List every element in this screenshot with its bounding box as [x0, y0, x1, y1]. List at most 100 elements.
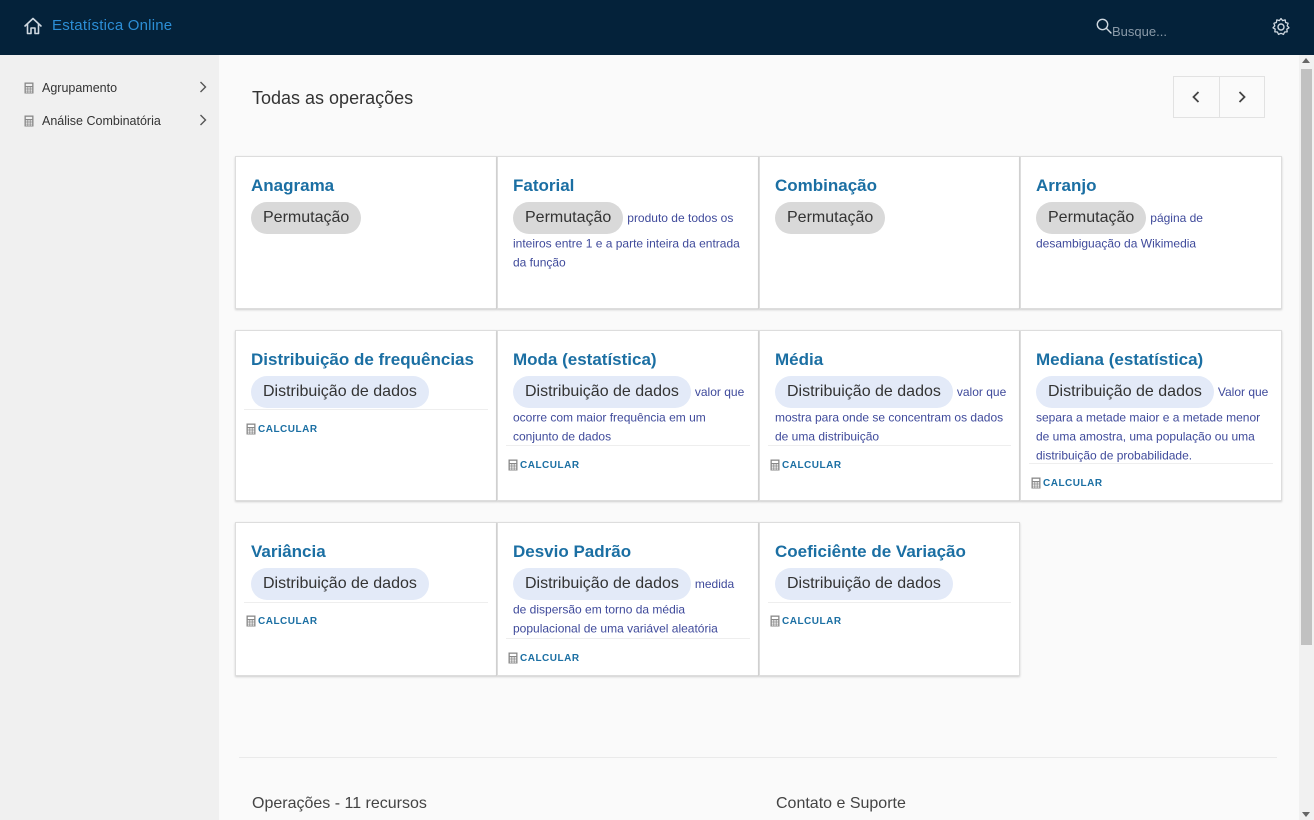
category-chip: Distribuição de dados [251, 376, 429, 408]
search-input[interactable] [1112, 21, 1232, 41]
calculator-icon [770, 615, 780, 627]
card-divider [768, 445, 1011, 446]
card-title[interactable]: Média [775, 350, 823, 370]
calculate-button[interactable]: CALCULAR [246, 614, 318, 628]
calculator-icon [24, 82, 34, 94]
scroll-down-arrow-icon[interactable] [1302, 812, 1310, 817]
chevron-right-icon [1238, 91, 1246, 103]
card-divider [244, 602, 488, 603]
category-chip: Permutação [513, 202, 624, 234]
pager [1173, 76, 1265, 118]
chevron-left-icon [1192, 91, 1200, 103]
calculate-button[interactable]: CALCULAR [508, 651, 580, 665]
sidebar-item-analise-combinatoria[interactable]: Análise Combinatória [0, 106, 218, 136]
category-chip: Distribuição de dados [513, 568, 691, 600]
footer-operations: Operações - 11 recursos [252, 795, 427, 812]
operation-card: Mediana (estatística) Distribuição de dad… [1020, 330, 1282, 501]
card-title[interactable]: Combinação [775, 176, 877, 196]
category-chip: Distribuição de dados [251, 568, 429, 600]
sidebar-item-agrupamento[interactable]: Agrupamento [0, 73, 218, 103]
operation-card: Distribuição de frequências Distribuição … [235, 330, 497, 501]
scroll-up-arrow-icon[interactable] [1302, 58, 1310, 63]
calculator-icon [508, 459, 518, 471]
calculate-label: CALCULAR [258, 423, 318, 435]
card-title[interactable]: Anagrama [251, 176, 334, 196]
search-icon[interactable] [1096, 18, 1112, 34]
calculate-button[interactable]: CALCULAR [770, 458, 842, 472]
page-title: Todas as operações [252, 88, 414, 108]
card-divider [244, 409, 488, 410]
operation-card: Arranjo Permutação página de desambiguação… [1020, 156, 1282, 380]
card-divider [506, 445, 750, 446]
main-content: Todas as operações Anagrama Permutação CAL… [219, 55, 1299, 820]
app-title[interactable]: Estatística Online [52, 17, 172, 34]
card-body: Distribuição de dados valor que mostra pa… [775, 376, 1007, 446]
calculate-label: CALCULAR [258, 615, 318, 627]
home-icon[interactable] [23, 16, 43, 36]
category-chip: Permutação [1036, 202, 1147, 234]
operation-card: Desvio Padrão Distribuição de dados medida… [497, 522, 759, 676]
card-title[interactable]: Mediana (estatística) [1036, 350, 1203, 370]
chevron-right-icon [200, 81, 207, 93]
calculate-button[interactable]: CALCULAR [246, 422, 318, 436]
card-body: Permutação produto de todos os inteiros e… [513, 202, 746, 272]
operation-card: Variância Distribuição de dados CALCULAR [235, 522, 497, 676]
sidebar-item-label: Agrupamento [42, 81, 118, 95]
calculator-icon [24, 115, 34, 127]
sidebar: Agrupamento Análise Combinatória [0, 55, 218, 820]
card-title[interactable]: Coeficiênte de Variação [775, 542, 966, 562]
top-navbar: Estatística Online [0, 0, 1314, 55]
card-divider [1029, 463, 1273, 464]
category-chip: Distribuição de dados [513, 376, 691, 408]
operation-card: CombinaçãoPermutaçãoCALCULAR [759, 156, 1020, 362]
operation-card: Coeficiênte de Variação Distribuição de d… [759, 522, 1020, 676]
card-title[interactable]: Fatorial [513, 176, 574, 196]
card-body: Distribuição de dados medida de dispersão… [513, 568, 746, 638]
card-body: Distribuição de dados [251, 376, 484, 408]
next-page-button[interactable] [1218, 77, 1264, 117]
card-body: Permutação [251, 202, 484, 234]
operation-card: Moda (estatística) Distribuição de dados v… [497, 330, 759, 501]
footer-divider [239, 757, 1277, 758]
card-divider [768, 602, 1011, 603]
category-chip: Permutação [775, 202, 886, 234]
card-body: Permutação [775, 202, 1007, 234]
card-body: Permutação página de desambiguação da Wik… [1036, 202, 1269, 253]
gear-icon[interactable] [1271, 17, 1291, 37]
category-chip: Distribuição de dados [1036, 376, 1214, 408]
scroll-thumb[interactable] [1301, 69, 1312, 645]
operation-card: Média Distribuição de dados valor que most… [759, 330, 1020, 501]
calculator-icon [246, 423, 256, 435]
previous-page-button[interactable] [1174, 77, 1219, 117]
operation-card: AnagramaPermutaçãoCALCULAR [235, 156, 497, 362]
calculate-button[interactable]: CALCULAR [1031, 476, 1103, 490]
calculate-label: CALCULAR [1043, 477, 1103, 489]
card-divider [506, 638, 750, 639]
sidebar-item-label: Análise Combinatória [42, 114, 161, 128]
card-body: Distribuição de dados valor que ocorre co… [513, 376, 746, 446]
calculator-icon [770, 459, 780, 471]
footer-contact: Contato e Suporte [776, 795, 906, 812]
calculator-icon [508, 652, 518, 664]
calculate-button[interactable]: CALCULAR [770, 614, 842, 628]
category-chip: Distribuição de dados [775, 376, 953, 408]
scrollbar[interactable] [1299, 55, 1314, 820]
card-title[interactable]: Distribuição de frequências [251, 350, 474, 370]
calculate-label: CALCULAR [782, 459, 842, 471]
calculate-label: CALCULAR [520, 459, 580, 471]
card-body: Distribuição de dados [775, 568, 1007, 600]
calculate-label: CALCULAR [782, 615, 842, 627]
operation-card: Fatorial Permutação produto de todos os in… [497, 156, 759, 398]
card-title[interactable]: Arranjo [1036, 176, 1096, 196]
calculate-label: CALCULAR [520, 652, 580, 664]
calculator-icon [1031, 477, 1041, 489]
card-title[interactable]: Desvio Padrão [513, 542, 631, 562]
calculate-button[interactable]: CALCULAR [508, 458, 580, 472]
chevron-right-icon [200, 114, 207, 126]
category-chip: Permutação [251, 202, 362, 234]
card-body: Distribuição de dados [251, 568, 484, 600]
category-chip: Distribuição de dados [775, 568, 953, 600]
card-title[interactable]: Variância [251, 542, 326, 562]
card-title[interactable]: Moda (estatística) [513, 350, 657, 370]
card-body: Distribuição de dados Valor que separa a … [1036, 376, 1269, 465]
